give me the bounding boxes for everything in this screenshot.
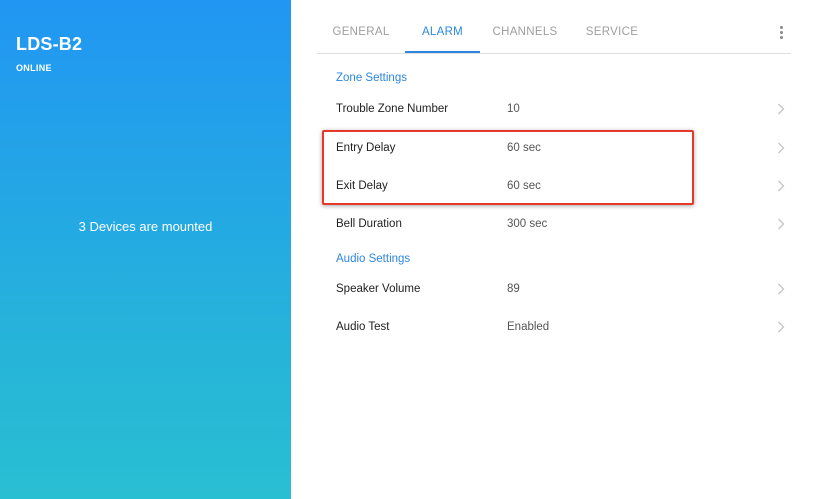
setting-label: Bell Duration [336, 218, 402, 230]
chevron-right-icon [778, 180, 785, 192]
zone-settings-header: Zone Settings [336, 72, 407, 84]
active-tab-indicator [405, 51, 480, 53]
setting-label: Speaker Volume [336, 283, 421, 295]
audio-settings-header: Audio Settings [336, 253, 411, 265]
chevron-right-icon [778, 283, 785, 295]
setting-label: Audio Test [336, 321, 390, 333]
setting-value: 10 [507, 103, 520, 115]
settings-panel: GENERAL ALARM CHANNELS SERVICE Zone Sett… [291, 0, 816, 499]
setting-label: Trouble Zone Number [336, 103, 449, 115]
setting-label: Exit Delay [336, 180, 388, 192]
chevron-right-icon [778, 103, 785, 115]
chevron-right-icon [778, 218, 785, 230]
setting-row-audio-test[interactable]: Audio Test Enabled [317, 310, 791, 348]
app-window: LDS-B2 ONLINE 3 Devices are mounted GENE… [0, 0, 816, 499]
chevron-right-icon [778, 321, 785, 333]
more-vertical-icon[interactable] [775, 24, 787, 42]
setting-value: 60 sec [507, 180, 541, 192]
setting-row-exit-delay[interactable]: Exit Delay 60 sec [317, 169, 791, 207]
setting-label: Entry Delay [336, 142, 396, 154]
tab-service[interactable]: SERVICE [570, 12, 654, 52]
mounted-devices-text: 3 Devices are mounted [78, 219, 213, 234]
setting-value: Enabled [507, 321, 550, 333]
tab-alarm[interactable]: ALARM [405, 12, 480, 52]
setting-value: 300 sec [507, 218, 548, 230]
setting-value: 89 [507, 283, 520, 295]
device-panel: LDS-B2 ONLINE 3 Devices are mounted [0, 0, 291, 499]
setting-row-trouble-zone-number[interactable]: Trouble Zone Number 10 [317, 92, 791, 130]
tab-channels[interactable]: CHANNELS [480, 12, 570, 52]
setting-row-entry-delay[interactable]: Entry Delay 60 sec [317, 131, 791, 169]
tab-general[interactable]: GENERAL [317, 12, 405, 52]
device-status: ONLINE [16, 63, 52, 73]
setting-row-speaker-volume[interactable]: Speaker Volume 89 [317, 272, 791, 310]
tab-bar: GENERAL ALARM CHANNELS SERVICE [317, 12, 791, 54]
device-name: LDS-B2 [16, 34, 83, 54]
setting-value: 60 sec [507, 142, 541, 154]
setting-row-bell-duration[interactable]: Bell Duration 300 sec [317, 207, 791, 245]
chevron-right-icon [778, 142, 785, 154]
